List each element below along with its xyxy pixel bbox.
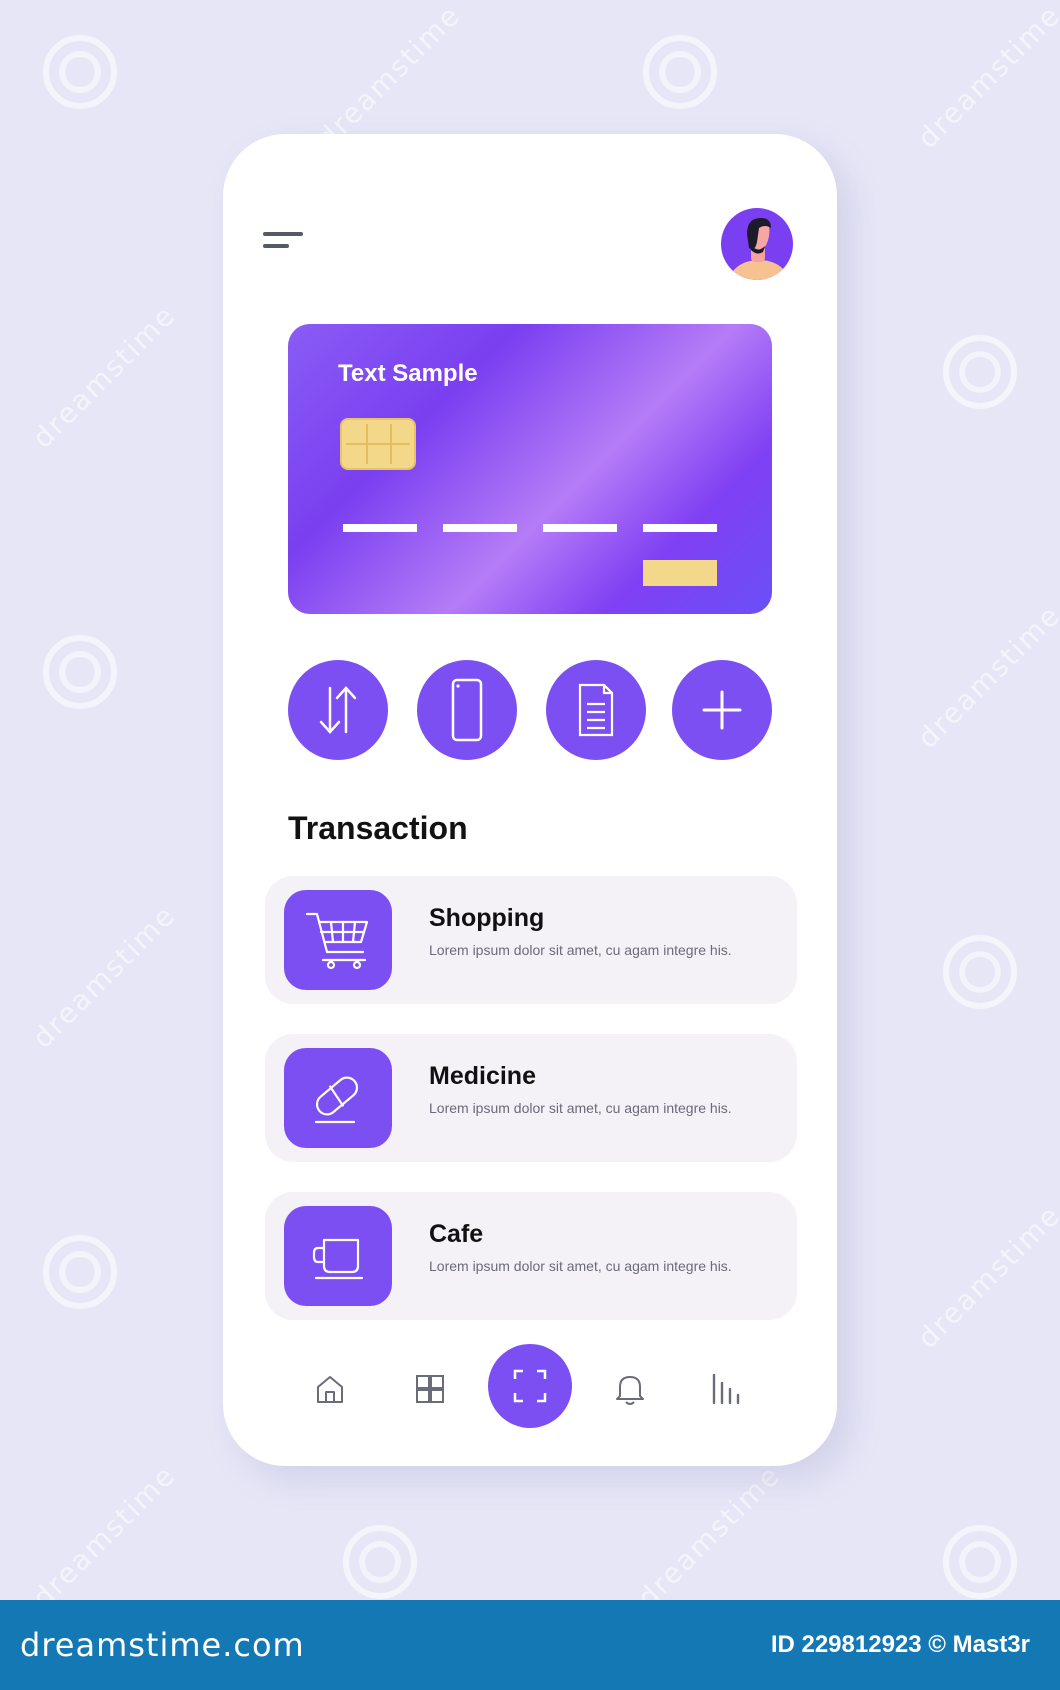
card-number-dash: [343, 524, 417, 532]
section-title: Transaction: [288, 810, 468, 846]
watermark-text: dreamstime: [910, 0, 1060, 155]
watermark-spiral: [43, 1235, 117, 1309]
transaction-icon-tile: [284, 890, 392, 990]
watermark-spiral: [43, 35, 117, 109]
transaction-item[interactable]: Medicine Lorem ipsum dolor sit amet, cu …: [265, 1034, 797, 1162]
transaction-name: Cafe: [429, 1220, 484, 1248]
phone-screen: Text Sample Transaction Shopping Lorem i…: [223, 134, 837, 1466]
watermark-id: ID 229812923 © Mast3r: [770, 1631, 1030, 1658]
watermark-text: dreamstime: [630, 1458, 788, 1615]
quick-actions: [288, 660, 772, 760]
stats-icon: [712, 1373, 740, 1405]
transaction-item[interactable]: Shopping Lorem ipsum dolor sit amet, cu …: [265, 876, 797, 1004]
watermark-spiral: [943, 335, 1017, 409]
watermark-spiral: [943, 935, 1017, 1009]
coffee-cup-icon: [312, 1238, 364, 1280]
grid-icon: [416, 1375, 444, 1403]
card-number-dash: [543, 524, 617, 532]
pill-icon: [314, 1076, 359, 1124]
watermark-text: dreamstime: [25, 898, 183, 1055]
card-chip-icon: [340, 418, 416, 470]
transaction-description: Lorem ipsum dolor sit amet, cu agam inte…: [429, 1100, 732, 1116]
phone-button[interactable]: [417, 660, 517, 760]
avatar-illustration: [729, 218, 789, 280]
card-badge: [643, 560, 717, 586]
document-icon: [578, 683, 614, 737]
plus-icon: [702, 690, 742, 730]
document-button[interactable]: [546, 660, 646, 760]
watermark-text: dreamstime: [310, 0, 468, 155]
transfer-icon: [319, 686, 357, 734]
home-icon: [317, 1376, 343, 1403]
bell-icon: [616, 1376, 644, 1405]
nav-notifications[interactable]: [603, 1362, 657, 1416]
add-button[interactable]: [672, 660, 772, 760]
transaction-description: Lorem ipsum dolor sit amet, cu agam inte…: [429, 1258, 732, 1274]
watermark-text: dreamstime: [910, 1198, 1060, 1355]
transaction-description: Lorem ipsum dolor sit amet, cu agam inte…: [429, 942, 732, 958]
watermark-text: dreamstime: [910, 598, 1060, 755]
watermark-spiral: [643, 35, 717, 109]
nav-scan[interactable]: [488, 1344, 572, 1428]
watermark-spiral: [943, 1525, 1017, 1599]
transaction-icon-tile: [284, 1048, 392, 1148]
watermark-footer: dreamstime.com ID 229812923 © Mast3r: [0, 1600, 1060, 1690]
card-number-dash: [443, 524, 517, 532]
watermark-spiral: [343, 1525, 417, 1599]
nav-home[interactable]: [303, 1362, 357, 1416]
scan-icon: [513, 1369, 547, 1403]
transaction-name: Medicine: [429, 1062, 536, 1090]
transaction-icon-tile: [284, 1206, 392, 1306]
credit-card[interactable]: Text Sample: [288, 324, 772, 614]
nav-grid[interactable]: [403, 1362, 457, 1416]
watermark-logo: dreamstime.com: [20, 1626, 305, 1664]
transaction-name: Shopping: [429, 904, 545, 932]
watermark-text: dreamstime: [25, 1458, 183, 1615]
menu-icon[interactable]: [263, 232, 303, 254]
bottom-navigation: [223, 1344, 837, 1434]
phone-icon: [451, 678, 483, 742]
watermark-text: dreamstime: [25, 298, 183, 455]
watermark-spiral: [43, 635, 117, 709]
shopping-cart-icon: [305, 912, 369, 970]
card-number-dash: [643, 524, 717, 532]
nav-stats[interactable]: [699, 1362, 753, 1416]
transfer-button[interactable]: [288, 660, 388, 760]
card-title: Text Sample: [338, 360, 478, 387]
transaction-item[interactable]: Cafe Lorem ipsum dolor sit amet, cu agam…: [265, 1192, 797, 1320]
user-avatar[interactable]: [721, 208, 793, 280]
